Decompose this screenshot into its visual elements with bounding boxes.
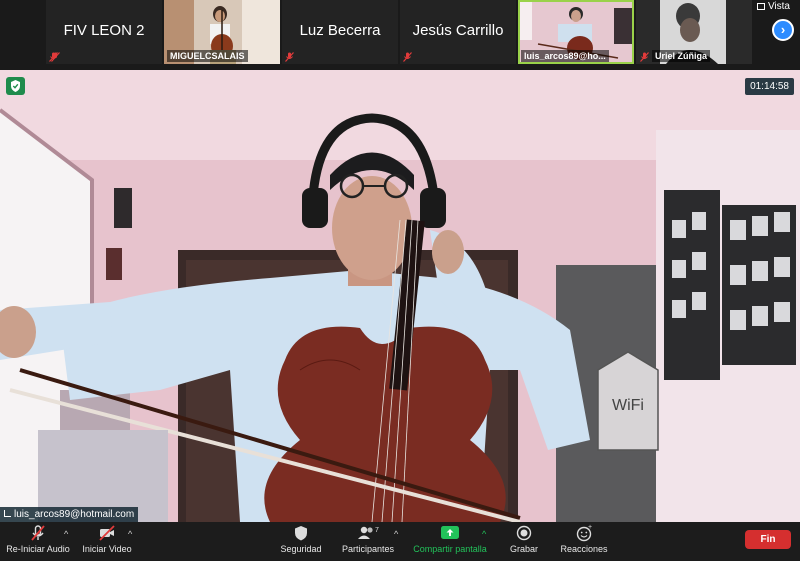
audio-label: Re-Iniciar Audio [6,544,70,554]
participant-video-tile[interactable]: Uriel Zúñiga [636,0,752,64]
main-speaker-video: WiFi 01:14:58 luis_arcos89@hotmail.com [0,70,800,522]
record-button[interactable]: Grabar [504,524,544,554]
signal-icon [4,510,11,517]
meeting-timer: 01:14:58 [745,78,794,95]
participants-options-caret-icon[interactable]: ^ [394,529,398,539]
security-shield-icon[interactable] [6,77,25,95]
camera-off-icon [99,525,115,541]
record-icon [516,525,532,541]
participant-name: Uriel Zúñiga [652,50,711,62]
chevron-right-icon: › [780,22,786,37]
view-button[interactable]: Vista [756,1,790,12]
reactions-label: Reacciones [560,544,608,554]
video-label: Iniciar Video [82,544,132,554]
svg-text:+: + [588,524,592,531]
participant-tile[interactable]: Luz Becerra [282,0,398,64]
participant-name: Jesús Carrillo [412,22,504,39]
mic-muted-icon [403,52,412,62]
participants-icon: 7 [358,526,379,539]
speaker-name-label: luis_arcos89@hotmail.com [0,507,139,522]
next-page-button[interactable]: › [772,19,794,41]
share-screen-button[interactable]: Compartir pantalla [410,524,490,554]
share-screen-icon [441,526,459,539]
participants-button[interactable]: 7 Participantes [338,524,398,554]
mic-muted-icon [31,525,45,541]
participant-tile[interactable]: FIV LEON 2 [46,0,162,64]
participants-count: 7 [375,527,379,534]
audio-button[interactable]: Re-Iniciar Audio [4,524,72,554]
video-options-caret-icon[interactable]: ^ [128,529,132,539]
grid-view-icon [756,3,765,10]
mic-muted-icon [640,52,649,62]
mic-muted-icon [285,52,294,62]
participant-name: MIGUELCSALAIS [167,50,248,62]
participant-name: luis_arcos89@ho... [521,50,609,62]
share-screen-label: Compartir pantalla [413,544,487,554]
reactions-button[interactable]: + Reacciones [558,524,610,554]
security-button[interactable]: Seguridad [276,524,326,554]
participants-label: Participantes [341,544,395,554]
participant-name: FIV LEON 2 [63,22,145,39]
record-label: Grabar [509,544,538,554]
smiley-icon: + [576,524,592,542]
view-label: Vista [767,1,790,12]
security-label: Seguridad [280,544,322,554]
zoom-meeting-window: FIV LEON 2 MIGUELCSALAIS Luz Becerra Jes… [0,0,800,561]
svg-text:WiFi: WiFi [612,397,644,414]
participant-name: Luz Becerra [299,22,381,39]
audio-options-caret-icon[interactable]: ^ [64,529,68,539]
speaker-video-frame: WiFi [0,70,800,522]
shield-icon [11,80,20,92]
mic-muted-icon [51,52,60,62]
speaker-name: luis_arcos89@hotmail.com [14,509,135,520]
end-meeting-button[interactable]: Fin [745,530,791,549]
share-options-caret-icon[interactable]: ^ [482,529,486,539]
participant-video-tile[interactable]: MIGUELCSALAIS [164,0,280,64]
active-speaker-tile[interactable]: luis_arcos89@ho... [518,0,634,64]
meeting-toolbar: Re-Iniciar Audio ^ Iniciar Video ^ Segur… [0,522,800,561]
shield-icon [295,526,307,541]
video-button[interactable]: Iniciar Video [80,524,134,554]
gallery-strip: FIV LEON 2 MIGUELCSALAIS Luz Becerra Jes… [0,0,800,68]
participant-tile[interactable]: Jesús Carrillo [400,0,516,64]
